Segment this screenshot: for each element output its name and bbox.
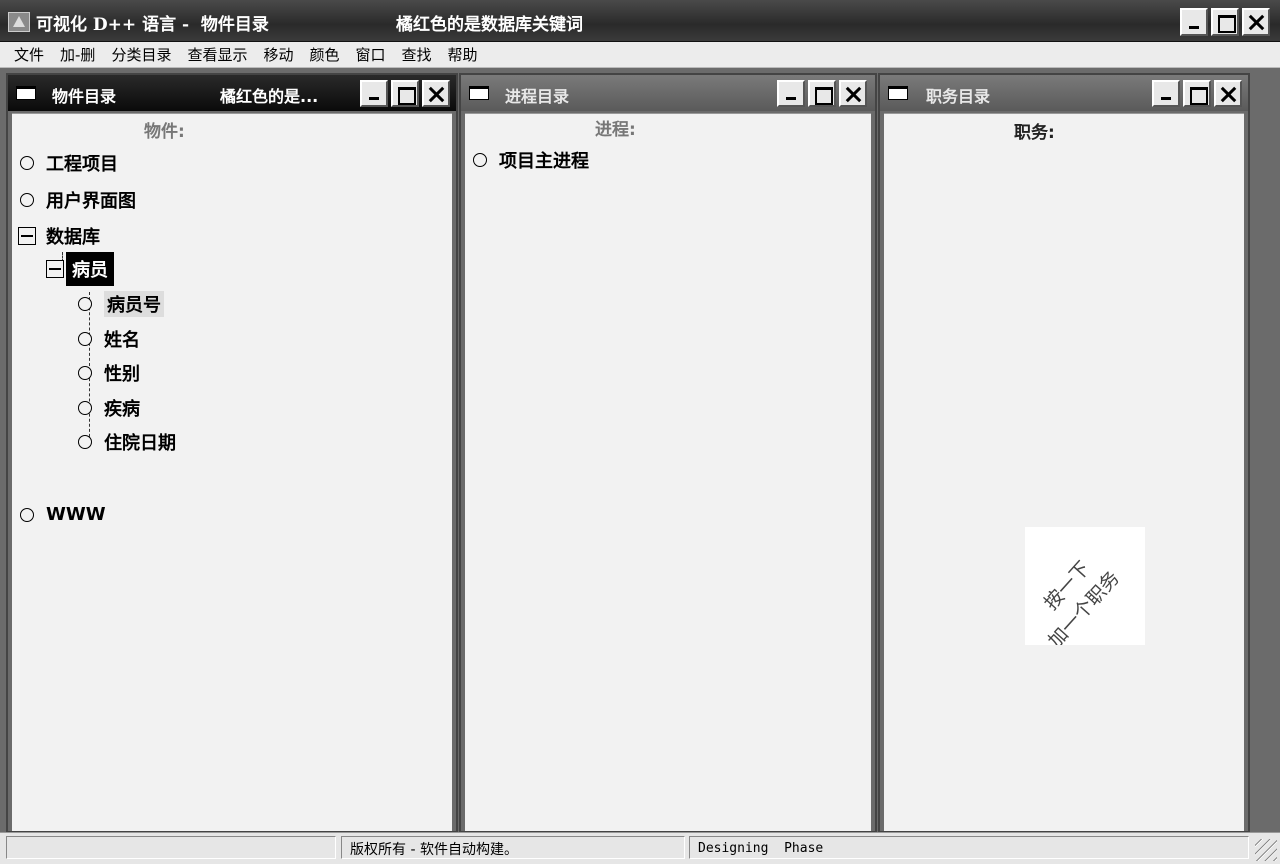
status-phase: Designing Phase — [689, 836, 1249, 859]
tree-item-ui-diagram[interactable]: 用户界面图 — [20, 187, 136, 213]
status-bar: 版权所有 - 软件自动构建。 Designing Phase — [0, 832, 1280, 864]
tree-item-label: 疾病 — [104, 399, 140, 420]
tree-item-www[interactable]: WWW — [20, 504, 106, 525]
process-panel: 进程: 项目主进程 — [465, 113, 871, 831]
tree-item-field[interactable]: 疾病 — [78, 395, 140, 421]
add-duty-note[interactable]: 按一下 加一个职务 — [1025, 527, 1145, 645]
tree-item-label: WWW — [46, 504, 106, 525]
circle-node-icon — [78, 435, 92, 449]
tree-item-label: 数据库 — [46, 227, 100, 248]
circle-node-icon — [20, 156, 34, 170]
minimize-icon[interactable] — [1152, 80, 1180, 107]
app-subtitle: 橘红色的是数据库关键词 — [396, 15, 583, 35]
app-icon[interactable] — [8, 12, 30, 32]
menu-bar: 文件 加-删 分类目录 查看显示 移动 颜色 窗口 查找 帮助 — [0, 42, 1280, 68]
tree-item-label: 病员号 — [104, 291, 164, 317]
tree-item-label: 姓名 — [104, 330, 140, 351]
menu-catalog[interactable]: 分类目录 — [103, 44, 179, 65]
maximize-icon[interactable] — [391, 80, 419, 107]
status-pane-blank — [6, 836, 336, 859]
tree-item-label: 性别 — [104, 364, 140, 385]
menu-add-delete[interactable]: 加-删 — [52, 44, 103, 65]
object-heading: 物件: — [144, 122, 185, 142]
tree-item-field[interactable]: 住院日期 — [78, 429, 176, 455]
main-window-controls — [1180, 8, 1270, 36]
window-menu-icon[interactable] — [888, 86, 908, 100]
close-icon[interactable] — [1242, 8, 1270, 36]
process-window-title: 进程目录 — [505, 87, 570, 106]
window-menu-icon[interactable] — [469, 86, 489, 100]
object-tree-panel: 物件: 工程项目 用户界面图 数据库 病员 病员号 姓名 性别 疾病 住院日期 … — [12, 113, 452, 831]
object-catalog-window: 物件目录 橘红色的是... 物件: 工程项目 用户界面图 数据库 病员 病员号 … — [6, 73, 458, 833]
object-window-title: 物件目录 — [52, 87, 117, 106]
circle-node-icon — [20, 507, 34, 522]
duty-panel: 职务: — [884, 113, 1244, 831]
duty-heading: 职务: — [1014, 123, 1055, 143]
circle-node-icon — [78, 332, 92, 346]
circle-node-icon — [78, 297, 92, 311]
maximize-icon[interactable] — [1183, 80, 1211, 107]
duty-window-controls — [1152, 80, 1242, 107]
menu-move[interactable]: 移动 — [255, 44, 301, 65]
object-window-titlebar[interactable]: 物件目录 橘红色的是... — [8, 75, 456, 111]
tree-item-database[interactable]: 数据库 — [18, 223, 100, 249]
tree-item-project[interactable]: 工程项目 — [20, 150, 118, 176]
process-window-controls — [777, 80, 867, 107]
minimize-icon[interactable] — [777, 80, 805, 107]
circle-node-icon — [20, 193, 34, 207]
process-heading: 进程: — [595, 120, 636, 140]
process-window-titlebar[interactable]: 进程目录 — [461, 75, 875, 111]
tree-item-field[interactable]: 病员号 — [78, 291, 164, 317]
tree-item-label: 住院日期 — [104, 433, 176, 454]
close-icon[interactable] — [839, 80, 867, 107]
circle-node-icon — [78, 401, 92, 415]
close-icon[interactable] — [1214, 80, 1242, 107]
circle-node-icon — [473, 153, 487, 167]
tree-item-label: 用户界面图 — [46, 191, 136, 212]
menu-help[interactable]: 帮助 — [440, 44, 486, 65]
maximize-icon[interactable] — [1211, 8, 1239, 36]
duty-window-title: 职务目录 — [926, 87, 991, 106]
window-menu-icon[interactable] — [16, 86, 36, 100]
collapse-icon[interactable] — [46, 260, 64, 278]
menu-find[interactable]: 查找 — [394, 44, 440, 65]
minimize-icon[interactable] — [1180, 8, 1208, 36]
object-window-subtitle: 橘红色的是... — [220, 87, 319, 106]
close-icon[interactable] — [422, 80, 450, 107]
app-title: 可视化 D++ 语言 - 物件目录 — [36, 15, 269, 35]
tree-item-patient-table[interactable]: 病员 — [46, 252, 114, 286]
maximize-icon[interactable] — [808, 80, 836, 107]
circle-node-icon — [78, 366, 92, 380]
tree-item-label-selected: 病员 — [66, 252, 114, 286]
main-titlebar: 可视化 D++ 语言 - 物件目录 橘红色的是数据库关键词 — [0, 0, 1280, 42]
resize-grip-icon[interactable] — [1255, 839, 1277, 861]
duty-window-titlebar[interactable]: 职务目录 — [880, 75, 1248, 111]
tree-item-field[interactable]: 姓名 — [78, 326, 140, 352]
tree-item-field[interactable]: 性别 — [78, 360, 140, 386]
tree-item-label: 项目主进程 — [499, 151, 589, 172]
minimize-icon[interactable] — [360, 80, 388, 107]
object-window-controls — [360, 80, 450, 107]
menu-file[interactable]: 文件 — [6, 44, 52, 65]
duty-catalog-window: 职务目录 职务: — [878, 73, 1250, 833]
process-catalog-window: 进程目录 进程: 项目主进程 — [459, 73, 877, 833]
collapse-icon[interactable] — [18, 227, 36, 245]
tree-item-label: 工程项目 — [46, 154, 118, 175]
menu-window[interactable]: 窗口 — [348, 44, 394, 65]
status-copyright: 版权所有 - 软件自动构建。 — [341, 836, 685, 859]
tree-item-main-process[interactable]: 项目主进程 — [473, 147, 589, 173]
menu-view[interactable]: 查看显示 — [179, 44, 255, 65]
menu-color[interactable]: 颜色 — [301, 44, 347, 65]
